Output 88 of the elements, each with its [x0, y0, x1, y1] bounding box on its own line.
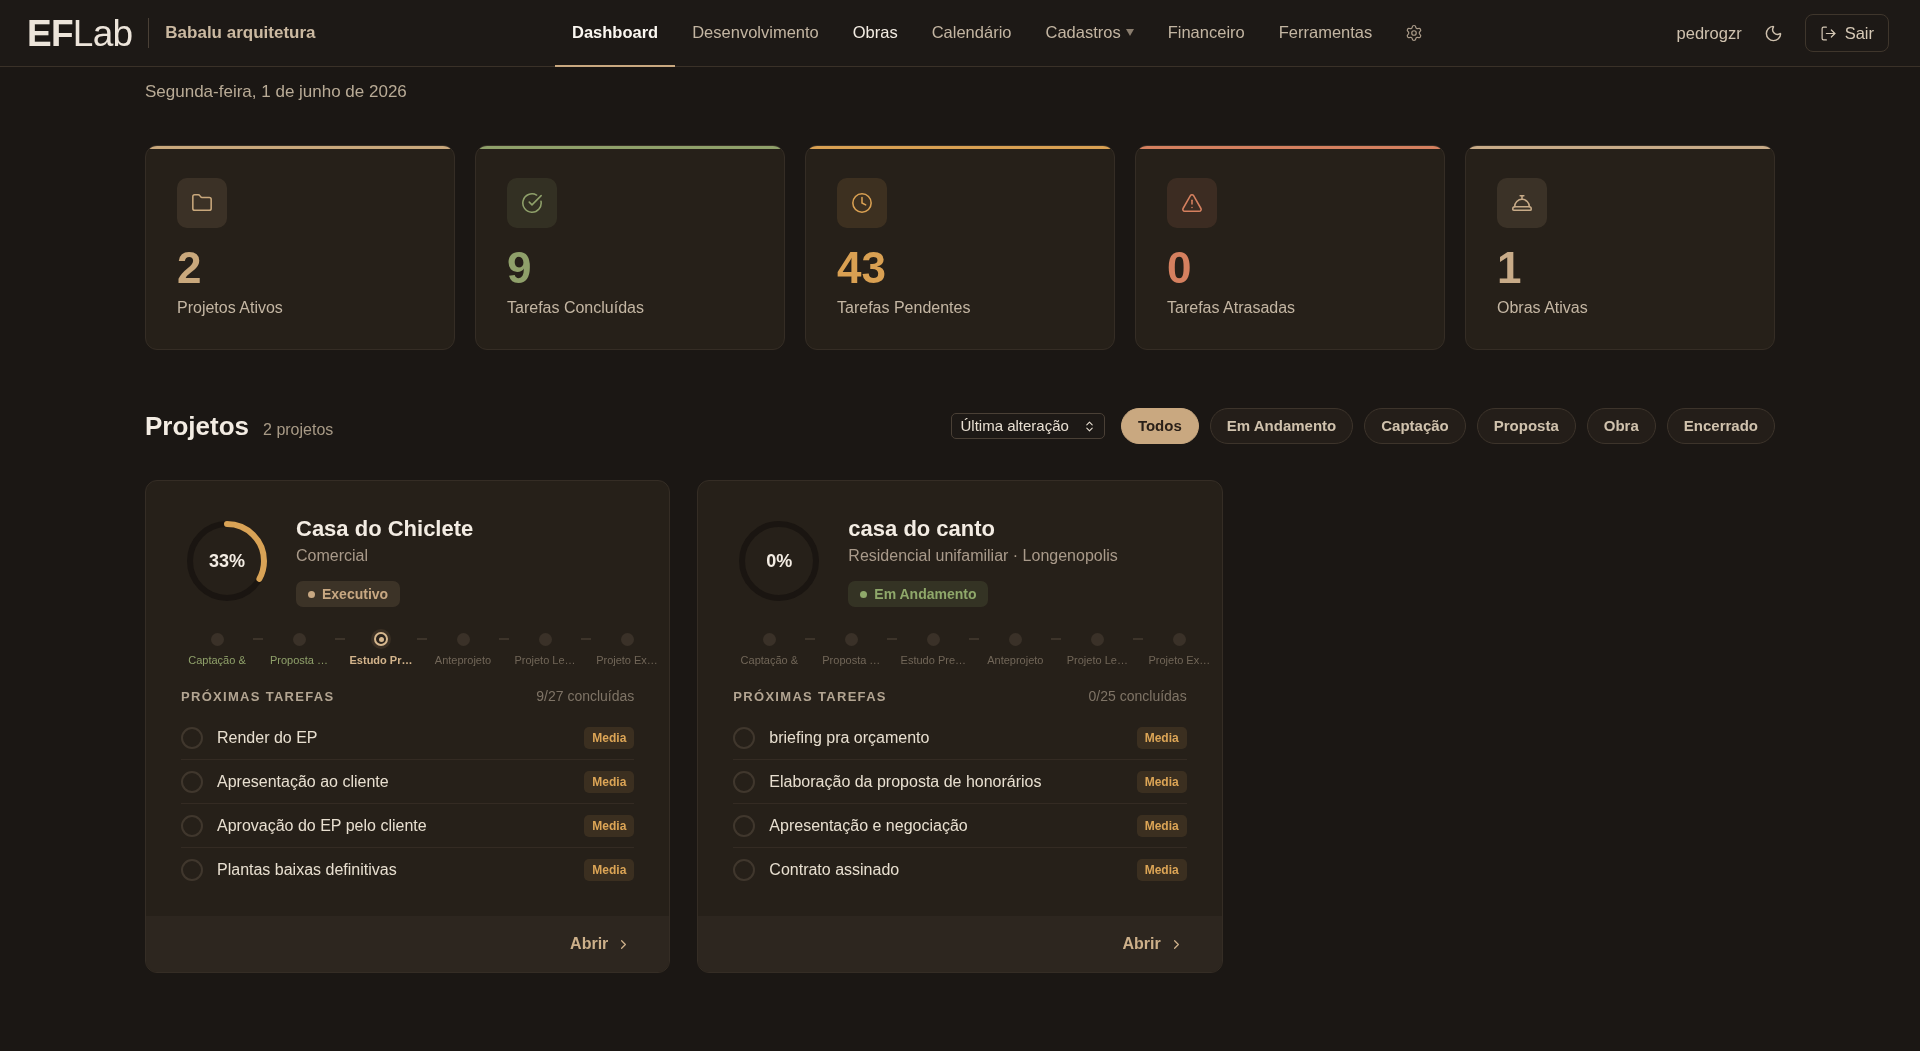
folder-icon	[177, 178, 227, 228]
filter-chip[interactable]: Em Andamento	[1209, 408, 1354, 444]
task-checkbox[interactable]	[733, 814, 756, 837]
progress-percent: 33%	[209, 552, 245, 570]
stage-label: Anteprojeto	[987, 653, 1044, 667]
stage-label: Captação &	[188, 653, 246, 667]
priority-tag: Media	[1136, 814, 1187, 837]
stat-value: 43	[837, 246, 887, 290]
tasks-count: 0/25 concluídas	[1088, 689, 1187, 703]
settings-icon[interactable]	[1405, 24, 1424, 42]
workspace-name: Babalu arquitetura	[165, 22, 316, 45]
stage-label: Anteprojeto	[434, 653, 492, 667]
stat-label: Tarefas Pendentes	[837, 298, 972, 318]
filter-chip[interactable]: Encerrado	[1666, 408, 1775, 444]
open-button[interactable]: Abrir	[570, 932, 632, 956]
project-title: Casa do Chiclete	[296, 515, 474, 543]
username: pedrogzr	[1676, 22, 1742, 44]
stage-label: Estudo Pr…	[349, 653, 413, 667]
stat-label: Tarefas Concluídas	[507, 298, 645, 318]
stage-label: Proposta …	[822, 653, 881, 667]
project-count: 2 projetos	[263, 420, 334, 440]
logo: EFLab	[27, 14, 133, 52]
priority-tag: Media	[1136, 770, 1187, 793]
task-label: Contrato assinado	[769, 860, 900, 880]
stage-label: Projeto Ex…	[596, 653, 658, 667]
task-checkbox[interactable]	[181, 726, 203, 749]
stage-label: Proposta …	[269, 653, 329, 667]
progress-percent: 0%	[766, 552, 793, 570]
task-checkbox[interactable]	[181, 770, 203, 793]
stage-label: Projeto Le…	[1066, 653, 1128, 667]
task-checkbox[interactable]	[181, 814, 203, 837]
stage-label: Projeto Le…	[514, 653, 576, 667]
stage-label: Captação &	[740, 653, 799, 667]
task-label: Plantas baixas definitivas	[217, 860, 397, 880]
caret-down-icon	[1125, 28, 1134, 36]
tasks-heading: PRÓXIMAS TAREFAS	[733, 689, 887, 703]
task-checkbox[interactable]	[733, 859, 756, 881]
project-subtitle: Comercial	[296, 546, 368, 566]
logout-icon	[1819, 24, 1837, 42]
section-title: Projetos	[145, 413, 250, 439]
tasks-count: 9/27 concluídas	[536, 689, 635, 703]
task-label: Elaboração da proposta de honorários	[769, 771, 1042, 792]
priority-tag: Media	[584, 859, 635, 881]
service-bell-icon	[1497, 178, 1547, 228]
stat-label: Obras Ativas	[1497, 298, 1589, 318]
stage-label: Projeto Ex…	[1148, 653, 1211, 667]
nav-tab[interactable]: Dashboard	[555, 0, 676, 67]
stat-value: 9	[507, 246, 533, 290]
current-date: Segunda-feira, 1 de junho de 2026	[145, 81, 408, 103]
stat-value: 0	[1167, 246, 1193, 290]
nav-tab[interactable]: Cadastros	[1028, 0, 1151, 67]
sort-select[interactable]: Última alteração	[950, 413, 1105, 439]
open-button[interactable]: Abrir	[1122, 932, 1184, 956]
project-subtitle: Residencial unifamiliar · Longenopolis	[848, 546, 1118, 566]
filter-chip[interactable]: Obra	[1586, 408, 1656, 444]
task-label: Apresentação ao cliente	[217, 771, 389, 792]
task-checkbox[interactable]	[733, 726, 756, 749]
nav-tab[interactable]: Ferramentas	[1261, 0, 1390, 67]
nav-tab[interactable]: Financeiro	[1150, 0, 1262, 67]
priority-tag: Media	[584, 726, 635, 749]
stat-value: 2	[177, 246, 203, 290]
status-label: Executivo	[322, 587, 389, 601]
priority-tag: Media	[1136, 726, 1187, 749]
task-label: Apresentação e negociação	[769, 815, 968, 836]
filter-chip[interactable]: Captação	[1364, 408, 1466, 444]
task-checkbox[interactable]	[181, 859, 203, 881]
nav-tab[interactable]: Calendário	[914, 0, 1029, 67]
nav-tab[interactable]: Obras	[835, 0, 915, 67]
task-label: Aprovação do EP pelo cliente	[217, 815, 427, 836]
task-label: briefing pra orçamento	[769, 727, 930, 748]
filter-chip[interactable]: Todos	[1120, 408, 1199, 444]
status-label: Em Andamento	[874, 587, 977, 601]
project-title: casa do canto	[848, 515, 996, 543]
nav-tab[interactable]: Desenvolvimento	[675, 0, 836, 67]
stat-label: Tarefas Atrasadas	[1167, 298, 1297, 318]
priority-tag: Media	[1136, 859, 1187, 881]
stage-label: Estudo Pre…	[900, 653, 967, 667]
logout-button[interactable]: Sair	[1804, 14, 1889, 52]
tasks-heading: PRÓXIMAS TAREFAS	[181, 689, 335, 703]
task-label: Render do EP	[217, 727, 318, 748]
moon-icon[interactable]	[1763, 23, 1783, 43]
priority-tag: Media	[584, 814, 635, 837]
clock-icon	[837, 178, 887, 228]
stat-value: 1	[1497, 246, 1523, 290]
filter-chip[interactable]: Proposta	[1476, 408, 1576, 444]
stat-label: Projetos Ativos	[177, 298, 284, 318]
priority-tag: Media	[584, 770, 635, 793]
task-checkbox[interactable]	[733, 770, 756, 793]
